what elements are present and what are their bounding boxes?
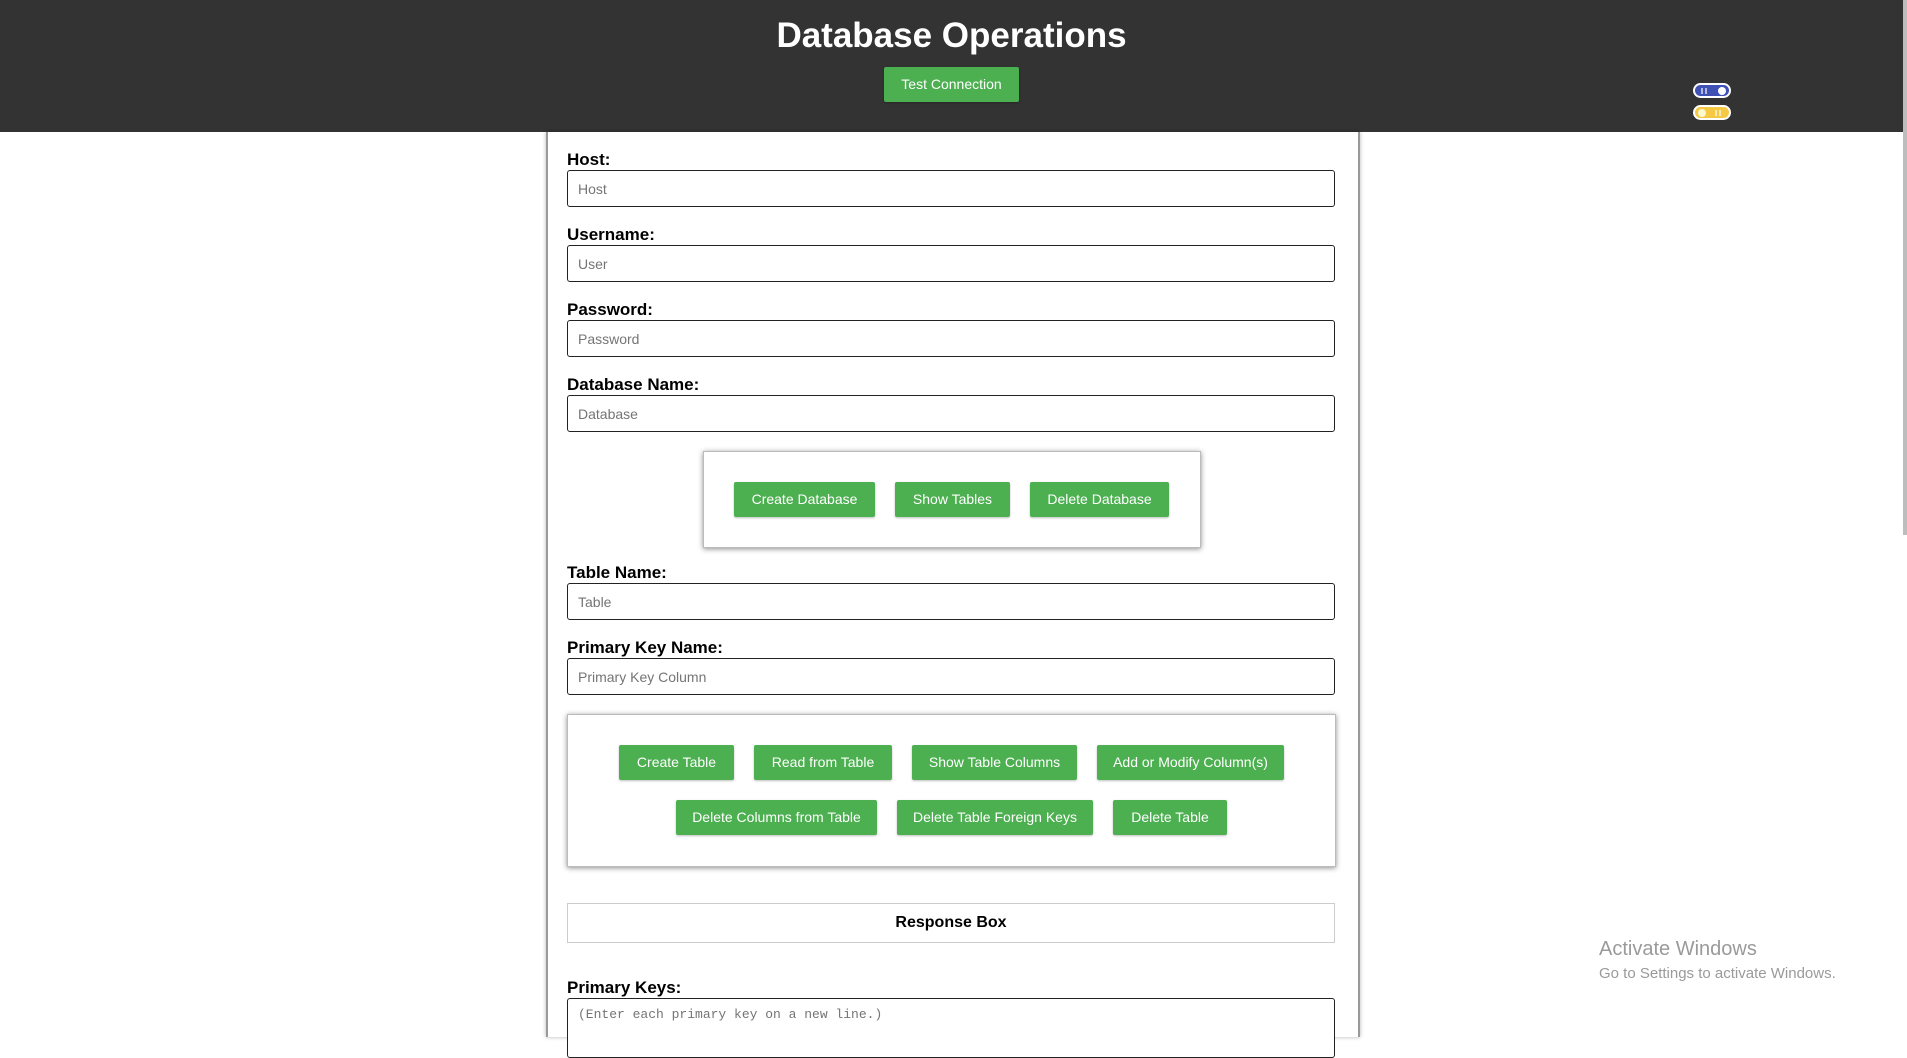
response-box: Response Box: [567, 903, 1335, 943]
primary-keys-label: Primary Keys:: [567, 978, 682, 997]
database-name-label: Database Name:: [567, 375, 700, 394]
host-input[interactable]: [567, 170, 1335, 207]
app-header: Database Operations Test Connection: [0, 0, 1907, 132]
delete-foreign-keys-button[interactable]: Delete Table Foreign Keys: [897, 800, 1093, 835]
dark-mode-toggle-icon[interactable]: [1693, 83, 1731, 98]
toggle-stripe: [1705, 88, 1707, 94]
delete-database-button[interactable]: Delete Database: [1030, 482, 1169, 517]
page-scrollbar[interactable]: [1903, 0, 1907, 535]
delete-table-button[interactable]: Delete Table: [1113, 800, 1227, 835]
create-database-button[interactable]: Create Database: [734, 482, 875, 517]
table-actions-panel: [567, 714, 1336, 867]
create-table-button[interactable]: Create Table: [619, 745, 734, 780]
show-tables-button[interactable]: Show Tables: [895, 482, 1010, 517]
read-from-table-button[interactable]: Read from Table: [754, 745, 892, 780]
primary-keys-textarea[interactable]: [567, 998, 1335, 1058]
primary-key-name-label: Primary Key Name:: [567, 638, 723, 657]
add-or-modify-columns-button[interactable]: Add or Modify Column(s): [1097, 745, 1284, 780]
test-connection-button[interactable]: Test Connection: [884, 67, 1019, 102]
database-name-input[interactable]: [567, 395, 1335, 432]
windows-activation-title: Activate Windows: [1599, 938, 1757, 960]
windows-activation-subtitle: Go to Settings to activate Windows.: [1599, 965, 1836, 982]
primary-key-name-input[interactable]: [567, 658, 1335, 695]
toggle-knob: [1698, 109, 1706, 117]
toggle-stripe: [1701, 88, 1703, 94]
table-name-input[interactable]: [567, 583, 1335, 620]
password-input[interactable]: [567, 320, 1335, 357]
toggle-knob: [1718, 87, 1726, 95]
host-label: Host:: [567, 150, 611, 169]
toggle-stripe: [1715, 110, 1717, 116]
delete-columns-button[interactable]: Delete Columns from Table: [676, 800, 877, 835]
table-name-label: Table Name:: [567, 563, 667, 582]
show-table-columns-button[interactable]: Show Table Columns: [912, 745, 1077, 780]
page-title: Database Operations: [776, 16, 1127, 55]
username-label: Username:: [567, 225, 655, 244]
password-label: Password:: [567, 300, 653, 319]
light-mode-toggle-icon[interactable]: [1693, 105, 1731, 120]
username-input[interactable]: [567, 245, 1335, 282]
toggle-stripe: [1719, 110, 1721, 116]
